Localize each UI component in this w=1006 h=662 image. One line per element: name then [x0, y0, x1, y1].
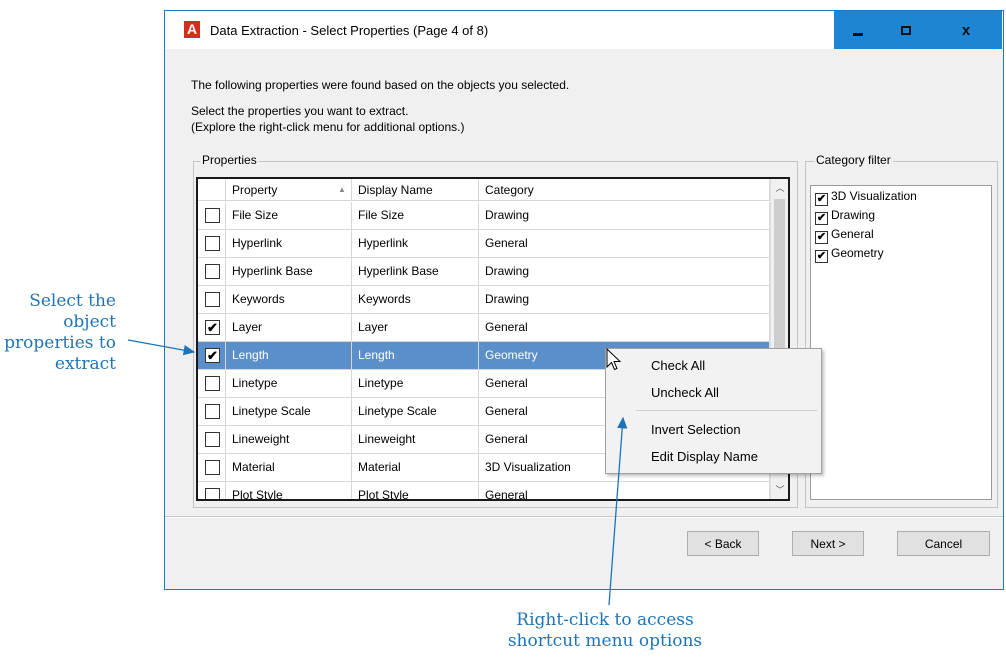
annotation-right-click-line2: shortcut menu options: [507, 631, 703, 651]
annotation-arrows: [127, 339, 628, 606]
annotation-right-click: Right-click to access shortcut menu opti…: [470, 610, 740, 652]
annotation-right-click-line1: Right-click to access: [516, 610, 694, 630]
annotation-select-properties: Select the object properties to extract: [4, 291, 116, 374]
annotation-arrow-left: [127, 339, 196, 356]
annotation-arrow-bottom: [608, 416, 628, 606]
